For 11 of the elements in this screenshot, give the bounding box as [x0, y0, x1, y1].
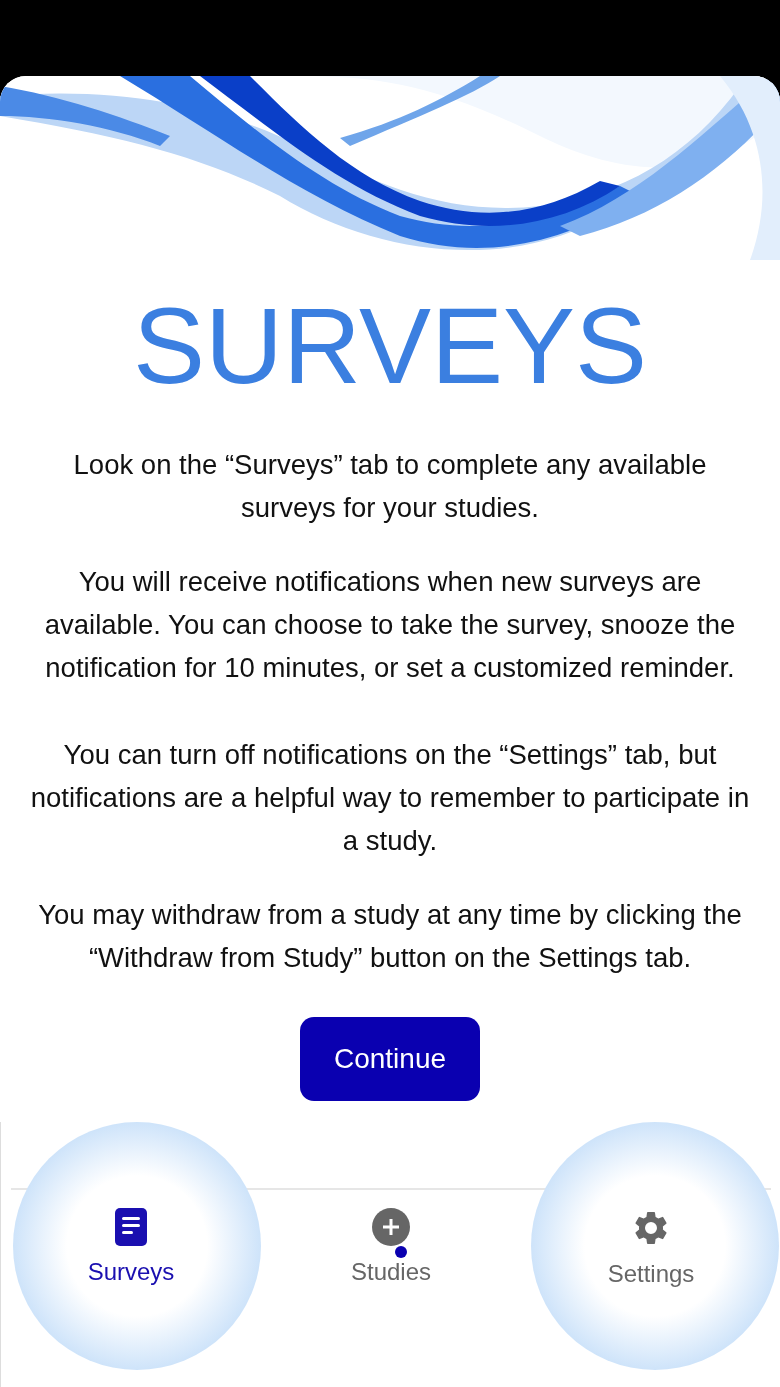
document-icon — [115, 1208, 147, 1246]
page-title: SURVEYS — [132, 290, 648, 402]
instruction-text: You may withdraw from a study at any time by clicking the “Withdraw from Study” button on the Settings tab. — [37, 898, 743, 975]
add-icon — [372, 1208, 410, 1246]
instruction-text: You will receive notifications when new surveys are available. You can choose to take the survey, snooze the notification for 10 minutes, or set a customized reminder. — [43, 565, 737, 685]
tab[interactable]: Studies — [346, 1208, 436, 1288]
instruction-text: You can turn off notifications on the “Settings” tab, but notifications are a helpful way to remember to participate in a study. — [30, 738, 750, 858]
instruction-text: Look on the “Surveys” tab to complete any available surveys for your studies. — [72, 448, 708, 525]
tab[interactable]: Surveys — [83, 1208, 179, 1288]
continue-button[interactable]: Continue — [300, 1017, 480, 1101]
tab[interactable]: Settings — [603, 1208, 699, 1288]
